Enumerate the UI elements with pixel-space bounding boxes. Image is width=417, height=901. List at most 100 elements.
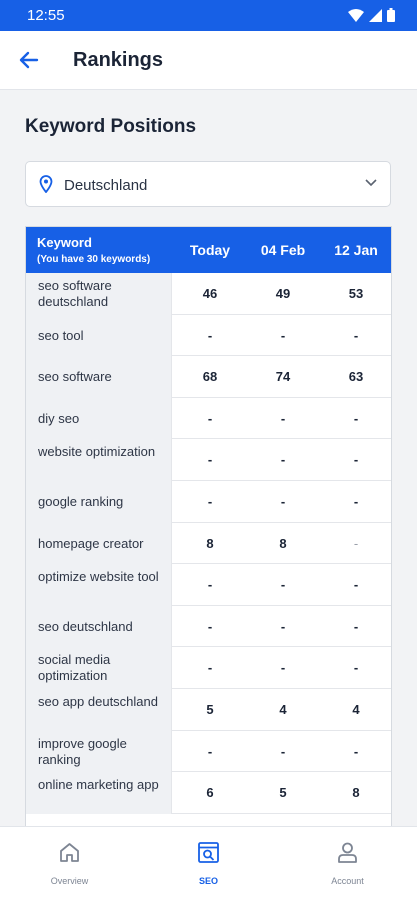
back-button[interactable] [15, 48, 43, 72]
keyword-text: seo tool [38, 327, 84, 343]
position-today: 6 [206, 785, 214, 801]
signal-icon [369, 8, 382, 22]
position-today: - [207, 452, 213, 468]
position-04-feb: - [280, 577, 286, 593]
header-keyword-count: (You have 30 keywords) [37, 254, 151, 265]
nav-seo[interactable]: SEO [139, 827, 278, 901]
section-title: Keyword Positions [25, 116, 197, 137]
keyword-text: seo deutschland [38, 618, 133, 634]
wifi-icon [348, 8, 364, 22]
table-row: google ranking - - - [26, 481, 391, 523]
country-dropdown[interactable]: Deutschland [25, 161, 391, 207]
table-row: optimize website tool - - - [26, 564, 391, 606]
table-row: seo app deutschland 5 4 4 [26, 689, 391, 731]
keyword-cell: optimize website tool [26, 564, 172, 606]
header-04-feb: 04 Feb [260, 242, 306, 258]
table-row: seo software deutschland 46 49 53 [26, 273, 391, 315]
keyword-text: seo app deutschland [38, 694, 158, 709]
keyword-cell: improve google ranking [26, 730, 172, 773]
keyword-cell: social media optimization [26, 647, 172, 689]
keyword-cell: seo software [26, 356, 172, 398]
position-12-jan: 63 [348, 369, 364, 385]
position-today: - [207, 494, 213, 509]
position-04-feb: - [280, 743, 286, 759]
keyword-cell: google ranking [26, 481, 172, 523]
position-today: - [207, 660, 213, 676]
keyword-cell: website optimization [26, 439, 172, 481]
status-time: 12:55 [27, 7, 65, 24]
table-row: online marketing app 6 5 8 [26, 772, 391, 814]
keyword-cell: diy seo [26, 397, 172, 440]
home-icon [60, 843, 79, 862]
position-04-feb: 4 [279, 702, 287, 717]
position-04-feb: - [280, 410, 286, 426]
position-12-jan: 53 [348, 286, 364, 301]
table-header: Keyword (You have 30 keywords) Today 04 … [26, 227, 391, 273]
keyword-text: diy seo [38, 410, 80, 426]
table-row: diy seo - - - [26, 397, 391, 440]
position-12-jan: 4 [352, 702, 360, 717]
position-12-jan: - [353, 743, 359, 759]
keyword-text: google ranking [38, 494, 124, 509]
position-today: - [207, 577, 213, 593]
table-row: seo tool - - - [26, 314, 391, 357]
position-04-feb: 74 [275, 369, 291, 385]
table-row: improve google ranking - - - [26, 730, 391, 773]
keyword-text: website optimization [38, 444, 156, 460]
keyword-cell: seo deutschland [26, 605, 172, 648]
arrow-left-icon [19, 51, 39, 69]
keyword-cell: seo software deutschland [26, 273, 172, 315]
keyword-cell: seo app deutschland [26, 689, 172, 731]
position-04-feb: - [280, 452, 286, 468]
table-row: social media optimization - - - [26, 647, 391, 689]
seo-search-icon [198, 842, 219, 863]
location-pin-icon [39, 175, 53, 193]
keyword-text: online marketing app [38, 777, 159, 793]
keyword-text: optimize website tool [38, 569, 159, 585]
country-value: Deutschland [64, 177, 148, 194]
keyword-cell: seo tool [26, 314, 172, 357]
header-keyword: Keyword [37, 235, 92, 250]
position-04-feb: 49 [275, 286, 291, 301]
status-icons [348, 8, 395, 22]
person-icon [338, 842, 357, 863]
position-today: 68 [202, 369, 218, 385]
keyword-text: homepage creator [38, 535, 144, 551]
position-12-jan: - [353, 577, 359, 593]
keyword-text: improve google ranking [38, 735, 127, 767]
position-12-jan: - [353, 535, 359, 551]
battery-icon [387, 8, 395, 22]
rankings-table: Keyword (You have 30 keywords) Today 04 … [25, 226, 392, 827]
position-today: 5 [206, 702, 214, 717]
status-bar: 12:55 [0, 0, 417, 31]
nav-account[interactable]: Account [278, 827, 417, 901]
app-bar: Rankings [0, 31, 417, 90]
position-12-jan: 8 [352, 785, 360, 801]
position-04-feb: 5 [279, 785, 287, 801]
position-today: - [207, 743, 213, 759]
position-04-feb: 8 [279, 535, 287, 551]
nav-account-label: Account [331, 876, 364, 886]
position-04-feb: - [280, 618, 286, 634]
position-today: - [207, 327, 213, 343]
position-12-jan: - [353, 327, 359, 343]
keyword-text: social media optimization [38, 652, 111, 684]
position-04-feb: - [280, 327, 286, 343]
keyword-cell: homepage creator [26, 522, 172, 565]
nav-seo-label: SEO [198, 876, 218, 886]
nav-overview-label: Overview [50, 876, 89, 886]
keyword-text: seo software [38, 369, 112, 385]
position-12-jan: - [353, 410, 359, 426]
position-04-feb: - [280, 660, 286, 676]
position-today: - [207, 410, 213, 426]
header-12-jan: 12 Jan [334, 242, 378, 258]
position-04-feb: - [280, 494, 286, 509]
nav-overview[interactable]: Overview [0, 827, 139, 901]
position-12-jan: - [353, 618, 359, 634]
keyword-text: seo software deutschland [38, 278, 112, 309]
position-today: - [207, 618, 213, 634]
bottom-navigation: Overview SEO Account [0, 826, 417, 901]
table-row: seo deutschland - - - [26, 605, 391, 648]
table-row: seo software 68 74 63 [26, 356, 391, 398]
page-title: Rankings [73, 49, 164, 71]
